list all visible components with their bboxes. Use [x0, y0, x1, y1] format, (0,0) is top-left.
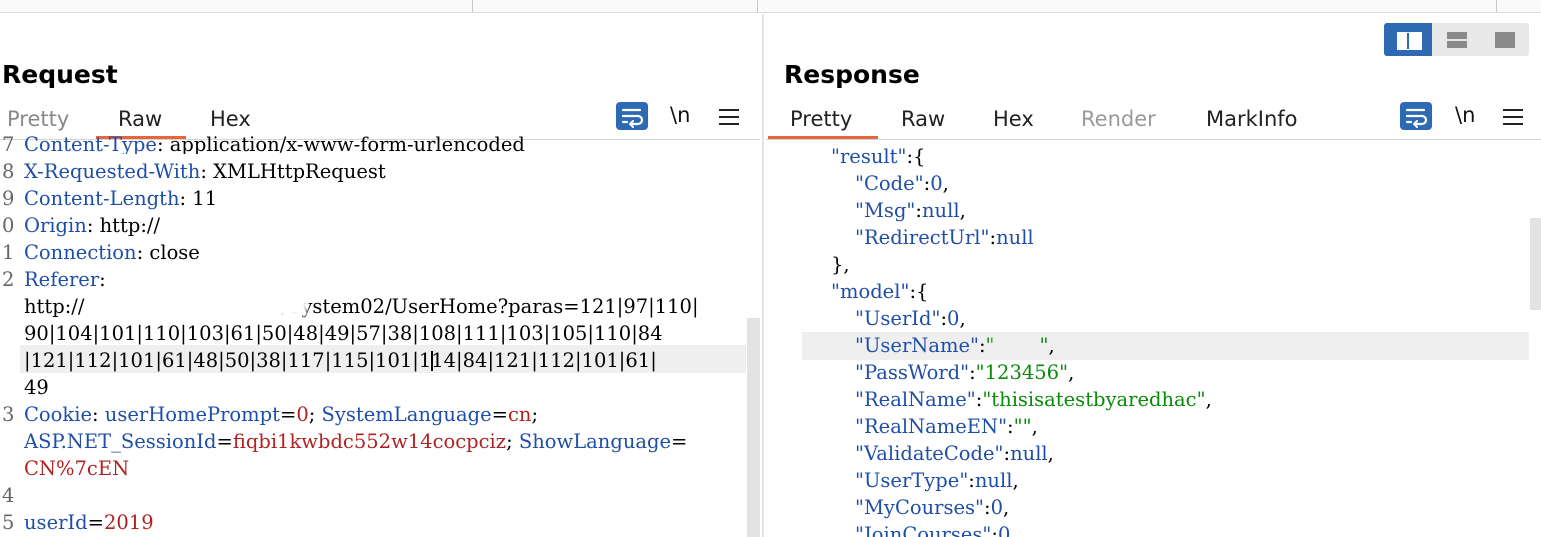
tab-request-pretty[interactable]: Pretty [7, 107, 69, 131]
json-line[interactable]: "MyCourses":0, [855, 494, 1009, 521]
request-title: Request [2, 60, 118, 89]
top-toolbar-strip [0, 0, 1541, 13]
request-scrollbar[interactable] [747, 318, 760, 537]
tab-response-render[interactable]: Render [1081, 107, 1156, 131]
redacted-username [993, 336, 1035, 356]
split-horizontal-icon[interactable] [1384, 23, 1432, 56]
code-line[interactable]: userId=2019 [24, 509, 154, 536]
json-line[interactable]: "Code":0, [855, 170, 949, 197]
line-number: 2 [2, 268, 15, 291]
code-line[interactable]: 49 [24, 374, 49, 401]
line-number: 8 [2, 160, 15, 183]
text-cursor [431, 351, 433, 371]
hamburger-menu-icon[interactable] [719, 109, 739, 130]
response-scrollbar[interactable] [1530, 218, 1541, 310]
code-line[interactable]: CN%7cEN [24, 455, 129, 482]
line-number: 3 [2, 403, 15, 426]
word-wrap-icon[interactable] [1400, 102, 1432, 130]
code-line[interactable]: |121|112|101|61|48|50|38|117|115|101|114… [24, 347, 657, 374]
line-number: 0 [2, 214, 15, 237]
line-number: 1 [2, 241, 15, 264]
line-number: 4 [2, 484, 15, 507]
tab-request-hex[interactable]: Hex [210, 107, 251, 131]
code-line[interactable]: Content-Type: application/x-www-form-url… [24, 131, 525, 154]
tab-response-pretty[interactable]: Pretty [790, 107, 852, 131]
newline-toggle-button[interactable]: \n [670, 103, 690, 127]
hamburger-menu-icon[interactable] [1503, 109, 1523, 130]
json-line[interactable]: "model":{ [831, 278, 928, 305]
code-line[interactable]: Cookie: userHomePrompt=0; SystemLanguage… [24, 401, 538, 428]
code-line[interactable]: ASP.NET_SessionId=fiqbi1kwbdc552w14cocpc… [24, 428, 687, 455]
json-line[interactable]: "Msg":null, [855, 197, 966, 224]
json-line[interactable]: "UserId":0, [855, 305, 966, 332]
tab-request-raw[interactable]: Raw [118, 107, 162, 131]
json-line[interactable]: "PassWord":"123456", [855, 359, 1074, 386]
tab-response-raw[interactable]: Raw [901, 107, 945, 131]
redacted-host [102, 294, 307, 316]
newline-toggle-button[interactable]: \n [1455, 103, 1475, 127]
json-line[interactable]: "RealName":"thisisatestbyaredhac", [855, 386, 1212, 413]
json-line[interactable]: "RealNameEN":"", [855, 413, 1038, 440]
layout-toggle [1384, 23, 1529, 56]
code-line[interactable]: X-Requested-With: XMLHttpRequest [24, 158, 386, 185]
json-line[interactable]: "RedirectUrl":null [855, 224, 1034, 251]
code-line[interactable]: Content-Length: 11 [24, 185, 217, 212]
split-vertical-icon[interactable] [1433, 23, 1481, 56]
line-number: 9 [2, 187, 15, 210]
code-line[interactable]: Connection: close [24, 239, 200, 266]
json-line[interactable]: "result":{ [831, 143, 925, 170]
response-tabbar-border [766, 139, 1541, 140]
tab-response-hex[interactable]: Hex [993, 107, 1034, 131]
json-line[interactable]: }, [831, 251, 850, 278]
json-line[interactable]: "JoinCourses":0 [855, 521, 1010, 537]
json-line[interactable]: "UserType":null, [855, 467, 1019, 494]
single-pane-icon[interactable] [1481, 23, 1529, 56]
line-number: 5 [2, 511, 15, 534]
line-number: 7 [2, 133, 15, 156]
code-line[interactable]: Origin: http:// [24, 212, 160, 239]
tab-response-markinfo[interactable]: MarkInfo [1206, 107, 1298, 131]
code-line[interactable]: 90|104|101|110|103|61|50|48|49|57|38|108… [24, 320, 663, 347]
word-wrap-icon[interactable] [616, 102, 648, 130]
json-line[interactable]: "ValidateCode":null, [855, 440, 1054, 467]
pane-divider[interactable] [762, 14, 764, 537]
response-title: Response [784, 60, 920, 89]
code-line[interactable]: Referer: [24, 266, 106, 293]
